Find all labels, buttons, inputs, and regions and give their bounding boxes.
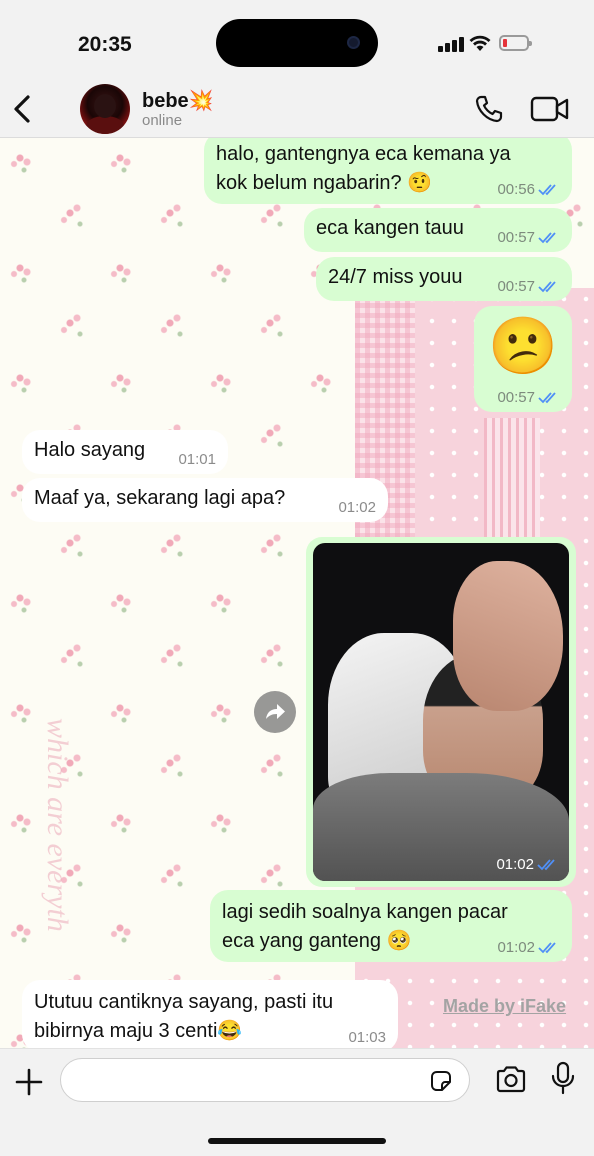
read-ticks-icon — [538, 232, 556, 244]
message-text: Ututuu cantiknya sayang, pasti itu — [34, 991, 334, 1013]
message-outgoing-emoji[interactable]: 😕 00:57 — [474, 306, 572, 412]
message-meta: 01:03 — [348, 1030, 386, 1046]
status-time: 20:35 — [78, 33, 132, 56]
chat-header: bebe💥 online — [0, 80, 594, 138]
message-meta: 00:57 — [497, 279, 560, 295]
message-meta: 01:01 — [178, 452, 216, 468]
message-meta: 00:56 — [497, 182, 560, 198]
home-indicator[interactable] — [208, 1138, 386, 1144]
video-camera-icon[interactable] — [530, 96, 570, 122]
message-outgoing[interactable]: eca kangen tauu 00:57 — [304, 208, 572, 252]
contact-name[interactable]: bebe💥 — [142, 88, 214, 113]
message-meta: 00:57 — [497, 230, 560, 246]
dynamic-island — [216, 19, 378, 67]
wifi-icon — [469, 35, 491, 51]
message-outgoing[interactable]: lagi sedih soalnya kangen pacar eca yang… — [210, 890, 572, 962]
message-meta: 01:02 — [338, 500, 376, 516]
sticker-icon[interactable] — [429, 1069, 453, 1093]
status-bar: 20:35 — [0, 0, 594, 80]
message-meta: 01:02 — [497, 940, 560, 956]
read-ticks-icon — [538, 184, 556, 196]
message-meta: 00:57 — [497, 390, 560, 406]
message-emoji: 😕 — [488, 314, 558, 377]
photo-hand — [453, 561, 563, 711]
front-camera-dot — [347, 36, 360, 49]
camera-icon[interactable] — [495, 1065, 527, 1093]
message-incoming[interactable]: Halo sayang 01:01 — [22, 430, 228, 474]
cellular-signal-icon — [438, 36, 464, 52]
input-bar — [0, 1048, 594, 1156]
message-incoming[interactable]: Maaf ya, sekarang lagi apa? 01:02 — [22, 478, 388, 522]
back-chevron-icon[interactable] — [10, 94, 36, 124]
message-time: 00:57 — [497, 389, 535, 406]
message-incoming[interactable]: Ututuu cantiknya sayang, pasti itu bibir… — [22, 980, 398, 1048]
message-time: 01:02 — [338, 499, 376, 516]
phone-icon[interactable] — [474, 94, 504, 124]
forward-icon[interactable] — [254, 691, 296, 733]
read-ticks-icon — [538, 942, 556, 954]
message-time: 01:03 — [348, 1029, 386, 1046]
contact-avatar[interactable] — [80, 84, 130, 134]
contact-status: online — [142, 112, 183, 129]
message-text: halo, gantengnya eca kemana ya — [216, 143, 511, 165]
message-time: 00:56 — [497, 181, 535, 198]
message-text: Maaf ya, sekarang lagi apa? — [34, 487, 286, 509]
read-ticks-icon — [538, 392, 556, 404]
message-time: 00:57 — [497, 229, 535, 246]
wallpaper-text: which are everyth — [41, 718, 74, 932]
read-ticks-icon — [537, 859, 555, 871]
message-meta: 01:02 — [496, 856, 559, 873]
photo-attachment[interactable]: 01:02 — [313, 543, 569, 881]
message-text: bibirnya maju 3 centi😂 — [34, 1020, 243, 1042]
microphone-icon[interactable] — [550, 1061, 576, 1095]
message-time: 01:01 — [178, 451, 216, 468]
message-time: 01:02 — [496, 856, 534, 873]
plus-icon[interactable] — [14, 1067, 44, 1097]
message-text: lagi sedih soalnya kangen pacar — [222, 901, 508, 923]
chat-area[interactable]: which are everyth halo, gantengnya eca k… — [0, 138, 594, 1048]
message-time: 00:57 — [497, 278, 535, 295]
read-ticks-icon — [538, 281, 556, 293]
battery-icon — [499, 35, 532, 51]
message-outgoing[interactable]: halo, gantengnya eca kemana ya kok belum… — [204, 138, 572, 204]
message-outgoing[interactable]: 24/7 miss youu 00:57 — [316, 257, 572, 301]
made-by-watermark: Made by iFake — [443, 996, 567, 1016]
message-time: 01:02 — [497, 939, 535, 956]
message-input[interactable] — [60, 1058, 470, 1102]
